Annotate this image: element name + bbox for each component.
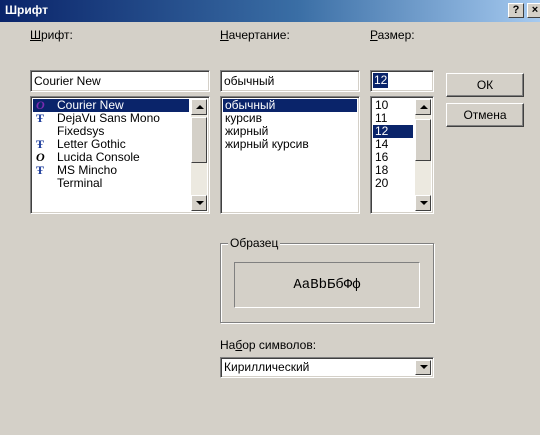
- sample-preview: AaBbБбФф: [234, 262, 420, 308]
- scroll-thumb[interactable]: [191, 117, 207, 163]
- size-input[interactable]: 12: [370, 70, 434, 92]
- list-item-label: 12: [375, 124, 389, 138]
- font-label: Шрифт:: [30, 28, 73, 42]
- list-item-label: Letter Gothic: [57, 137, 126, 151]
- list-item-label: 11: [375, 111, 388, 125]
- scroll-down-button[interactable]: [415, 195, 431, 211]
- list-item-label: Lucida Console: [57, 150, 140, 164]
- list-item-label: Fixedsys: [57, 124, 105, 138]
- scroll-up-button[interactable]: [191, 99, 207, 115]
- font-list-scrollbar[interactable]: [191, 99, 207, 211]
- size-input-value: 12: [373, 73, 389, 88]
- list-item-label: 20: [375, 176, 389, 190]
- arrow-up-icon: [420, 105, 428, 109]
- scroll-down-button[interactable]: [191, 195, 207, 211]
- list-item-label: MS Mincho: [57, 163, 118, 177]
- window-title: Шрифт: [5, 3, 48, 17]
- charset-dropdown-button[interactable]: [415, 360, 431, 375]
- list-item[interactable]: Terminal: [33, 177, 189, 190]
- list-item-label: Terminal: [57, 176, 103, 190]
- title-bar: Шрифт ? ×: [0, 0, 540, 22]
- chevron-down-icon: [420, 365, 428, 369]
- close-button[interactable]: ×: [527, 3, 540, 18]
- list-item-label: жирный: [225, 124, 269, 138]
- list-item-label: 14: [375, 137, 389, 151]
- font-input[interactable]: Courier New: [30, 70, 210, 92]
- arrow-down-icon: [196, 201, 204, 205]
- charset-select[interactable]: Кириллический: [220, 357, 434, 378]
- list-item[interactable]: 20: [373, 177, 413, 190]
- ok-button[interactable]: ОК: [446, 73, 524, 97]
- list-item-label: DejaVu Sans Mono: [57, 111, 160, 125]
- scroll-thumb[interactable]: [415, 119, 431, 161]
- sample-title: Образец: [228, 236, 281, 250]
- close-icon: ×: [531, 4, 539, 16]
- style-label: Начертание:: [220, 28, 290, 42]
- style-input[interactable]: обычный: [220, 70, 360, 92]
- truetype-icon: Ŧ: [36, 163, 45, 177]
- list-item-label: 16: [375, 150, 389, 164]
- list-item[interactable]: жирный курсив: [223, 138, 357, 151]
- size-label: Размер:: [370, 28, 415, 42]
- charset-label: Набор символов:: [220, 338, 317, 352]
- list-item-label: жирный курсив: [225, 137, 309, 151]
- font-input-value: Courier New: [34, 74, 101, 88]
- arrow-down-icon: [420, 201, 428, 205]
- size-listbox[interactable]: 10 11 12 14 16 18 20: [370, 96, 434, 214]
- list-item-label: курсив: [225, 111, 263, 125]
- list-item-label: Courier New: [57, 98, 124, 112]
- arrow-up-icon: [196, 105, 204, 109]
- font-dialog: Шрифт ? × Шрифт: Courier New O Courier Ne…: [0, 0, 540, 435]
- style-input-value: обычный: [224, 74, 275, 88]
- list-item-label: 10: [375, 98, 389, 112]
- truetype-icon: Ŧ: [36, 111, 45, 125]
- scroll-up-button[interactable]: [415, 99, 431, 115]
- sample-text: AaBbБбФф: [293, 277, 361, 293]
- size-list-scrollbar[interactable]: [415, 99, 431, 211]
- help-icon: ?: [512, 4, 520, 16]
- help-button[interactable]: ?: [508, 3, 524, 18]
- list-item-label: 18: [375, 163, 389, 177]
- charset-value: Кириллический: [224, 360, 310, 374]
- cancel-button[interactable]: Отмена: [446, 103, 524, 127]
- font-listbox[interactable]: O Courier New Ŧ DejaVu Sans Mono Fixedsys Ŧ Le…: [30, 96, 210, 214]
- style-listbox[interactable]: обычный курсив жирный жирный курсив: [220, 96, 360, 214]
- list-item-label: обычный: [225, 98, 276, 112]
